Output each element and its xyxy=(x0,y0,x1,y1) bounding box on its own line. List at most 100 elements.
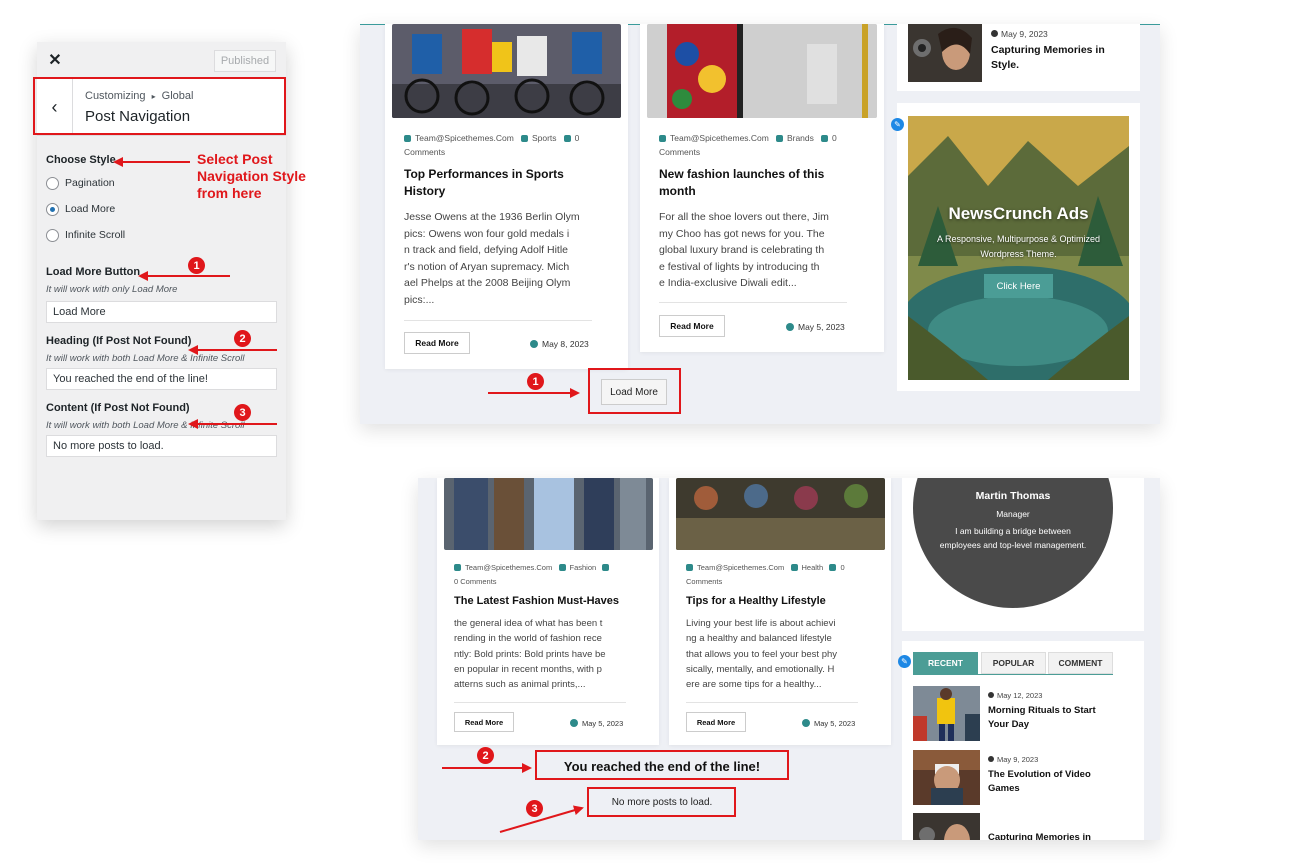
ad-subtitle-line: A Responsive, Multipurpose & Optimized xyxy=(936,234,1101,244)
post-card: Team@Spicethemes.Com Sports 0 Comments T… xyxy=(385,24,628,369)
radio-button-selected[interactable] xyxy=(46,202,59,216)
post-title-line: New fashion launches of this xyxy=(659,167,825,181)
post-date: May 5, 2023 xyxy=(570,719,623,728)
comments-word[interactable]: Comments xyxy=(404,147,445,157)
post-category[interactable]: Sports xyxy=(532,133,557,143)
recent-post-thumbnail[interactable] xyxy=(913,686,980,741)
clock-icon xyxy=(530,340,538,348)
author-profile-widget: Martin Thomas Manager I am building a br… xyxy=(902,478,1144,631)
excerpt-line: my Choo has got news for you. The xyxy=(659,227,825,240)
user-icon xyxy=(686,564,693,571)
excerpt-line: the general idea of what has been t xyxy=(454,618,603,629)
post-author[interactable]: Team@Spicethemes.Com xyxy=(415,133,514,143)
post-title[interactable]: New fashion launches of this month xyxy=(659,166,874,200)
post-excerpt: Living your best life is about achievi n… xyxy=(686,616,886,692)
post-thumbnail-cycling[interactable] xyxy=(392,24,621,118)
badge-1: 1 xyxy=(188,257,205,274)
tab-comment[interactable]: COMMENT xyxy=(1048,652,1113,674)
read-more-button[interactable]: Read More xyxy=(659,315,725,337)
post-category[interactable]: Health xyxy=(802,563,824,572)
post-card: Team@Spicethemes.Com Fashion 0 Comments … xyxy=(437,478,659,745)
recent-post-date-text: May 9, 2023 xyxy=(997,755,1039,764)
post-category[interactable]: Brands xyxy=(787,133,814,143)
content-field[interactable]: No more posts to load. xyxy=(46,435,277,457)
fashion-image xyxy=(647,24,877,118)
clock-icon xyxy=(988,756,994,762)
recent-post-thumbnail[interactable] xyxy=(913,813,980,840)
recent-post-date: May 9, 2023 xyxy=(988,755,1038,764)
sidebar-post-title-line: Style. xyxy=(991,59,1020,71)
post-meta: Team@Spicethemes.Com Health 0 Comments xyxy=(686,561,886,589)
post-date-text: May 8, 2023 xyxy=(542,339,589,349)
post-thumbnail-fashion-walk[interactable] xyxy=(444,478,653,550)
posts-tabs-widget: ✎ RECENT POPULAR COMMENT May 12, 2023 Mo… xyxy=(898,641,1144,840)
edit-pencil-icon[interactable]: ✎ xyxy=(898,655,911,668)
radio-label: Load More xyxy=(65,203,116,215)
read-more-button[interactable]: Read More xyxy=(454,712,514,732)
badge-3: 3 xyxy=(234,404,251,421)
tag-icon xyxy=(558,564,566,571)
excerpt-line: ael Phelps at the 2008 Beijing Olym xyxy=(404,277,571,289)
comment-count: 0 xyxy=(574,133,580,143)
recent-post-thumbnail[interactable] xyxy=(913,750,980,805)
post-date: May 5, 2023 xyxy=(802,719,855,728)
load-more-button-note: It will work with only Load More xyxy=(46,284,178,295)
sidebar-post-title[interactable]: Capturing Memories in Style. xyxy=(991,43,1136,73)
excerpt-line: sically, mentally, and emotionally. H xyxy=(686,663,835,675)
excerpt-line: rending in the world of fashion rece xyxy=(454,633,602,645)
excerpt-line: pics: Owens won four gold medals i xyxy=(404,227,570,240)
recent-post-title[interactable]: Morning Rituals to Start Your Day xyxy=(988,704,1118,732)
comments-word[interactable]: Comments xyxy=(460,577,496,586)
tab-popular[interactable]: POPULAR xyxy=(981,652,1046,674)
profile-bio-line: employees and top-level management. xyxy=(939,539,1087,550)
comments-word[interactable]: Comments xyxy=(659,147,700,157)
excerpt-line: ntly: Bold prints: Bold prints have be xyxy=(454,648,606,660)
blog-screenshot-end-of-posts: Team@Spicethemes.Com Fashion 0 Comments … xyxy=(418,478,1160,840)
post-thumbnail-health[interactable] xyxy=(676,478,885,550)
radio-infinite-scroll[interactable]: Infinite Scroll xyxy=(46,222,277,248)
recent-post-title-line: The Evolution of Video xyxy=(988,769,1091,780)
close-icon[interactable]: ✕ xyxy=(37,42,73,78)
ad-banner[interactable]: NewsCrunch Ads A Responsive, Multipurpos… xyxy=(908,116,1129,380)
post-card: Team@Spicethemes.Com Health 0 Comments T… xyxy=(669,478,891,745)
excerpt-line: that allows you to feel your best phy xyxy=(686,648,838,660)
post-title[interactable]: Top Performances in Sports History xyxy=(404,166,619,200)
profile-role: Manager xyxy=(996,509,1030,519)
post-title[interactable]: The Latest Fashion Must-Haves xyxy=(454,593,654,610)
highlight-box-end-heading xyxy=(535,750,789,780)
ad-click-here-button[interactable]: Click Here xyxy=(984,274,1053,298)
clock-icon xyxy=(988,692,994,698)
post-meta: Team@Spicethemes.Com Brands 0 Comments xyxy=(659,131,869,159)
read-more-button[interactable]: Read More xyxy=(686,712,746,732)
clock-icon xyxy=(802,719,810,727)
heading-field[interactable]: You reached the end of the line! xyxy=(46,368,277,390)
excerpt-line: e festival of lights by introducing th xyxy=(659,260,820,273)
post-title-line: Top Performances in Sports xyxy=(404,167,564,181)
blog-screenshot-load-more: Team@Spicethemes.Com Sports 0 Comments T… xyxy=(360,24,1160,424)
recent-post-date: May 12, 2023 xyxy=(988,691,1042,700)
comment-count: 0 xyxy=(831,133,837,143)
tab-recent[interactable]: RECENT xyxy=(913,652,978,674)
recent-post-title[interactable]: The Evolution of Video Games xyxy=(988,768,1118,796)
comments-word[interactable]: Comments xyxy=(686,577,722,586)
edit-pencil-icon[interactable]: ✎ xyxy=(891,118,904,131)
excerpt-line: pics:... xyxy=(404,293,435,306)
read-more-button[interactable]: Read More xyxy=(404,332,470,354)
post-author[interactable]: Team@Spicethemes.Com xyxy=(697,563,784,572)
published-button[interactable]: Published xyxy=(214,50,276,72)
post-author[interactable]: Team@Spicethemes.Com xyxy=(670,133,769,143)
post-category[interactable]: Fashion xyxy=(570,563,597,572)
radio-button[interactable] xyxy=(46,176,59,190)
post-thumbnail-fashion[interactable] xyxy=(647,24,877,118)
radio-button[interactable] xyxy=(46,228,59,242)
user-icon xyxy=(404,135,411,142)
sidebar-post-thumbnail[interactable] xyxy=(908,24,982,82)
post-author[interactable]: Team@Spicethemes.Com xyxy=(465,563,552,572)
heading-note: It will work with both Load More & Infin… xyxy=(46,353,245,364)
post-title[interactable]: Tips for a Healthy Lifestyle xyxy=(686,593,886,610)
radio-label: Infinite Scroll xyxy=(65,229,126,241)
recent-post-title[interactable]: Capturing Memories in xyxy=(988,831,1118,840)
highlight-box-load-more xyxy=(588,368,681,414)
load-more-button-field[interactable]: Load More xyxy=(46,301,277,323)
post-date: May 5, 2023 xyxy=(786,322,845,332)
